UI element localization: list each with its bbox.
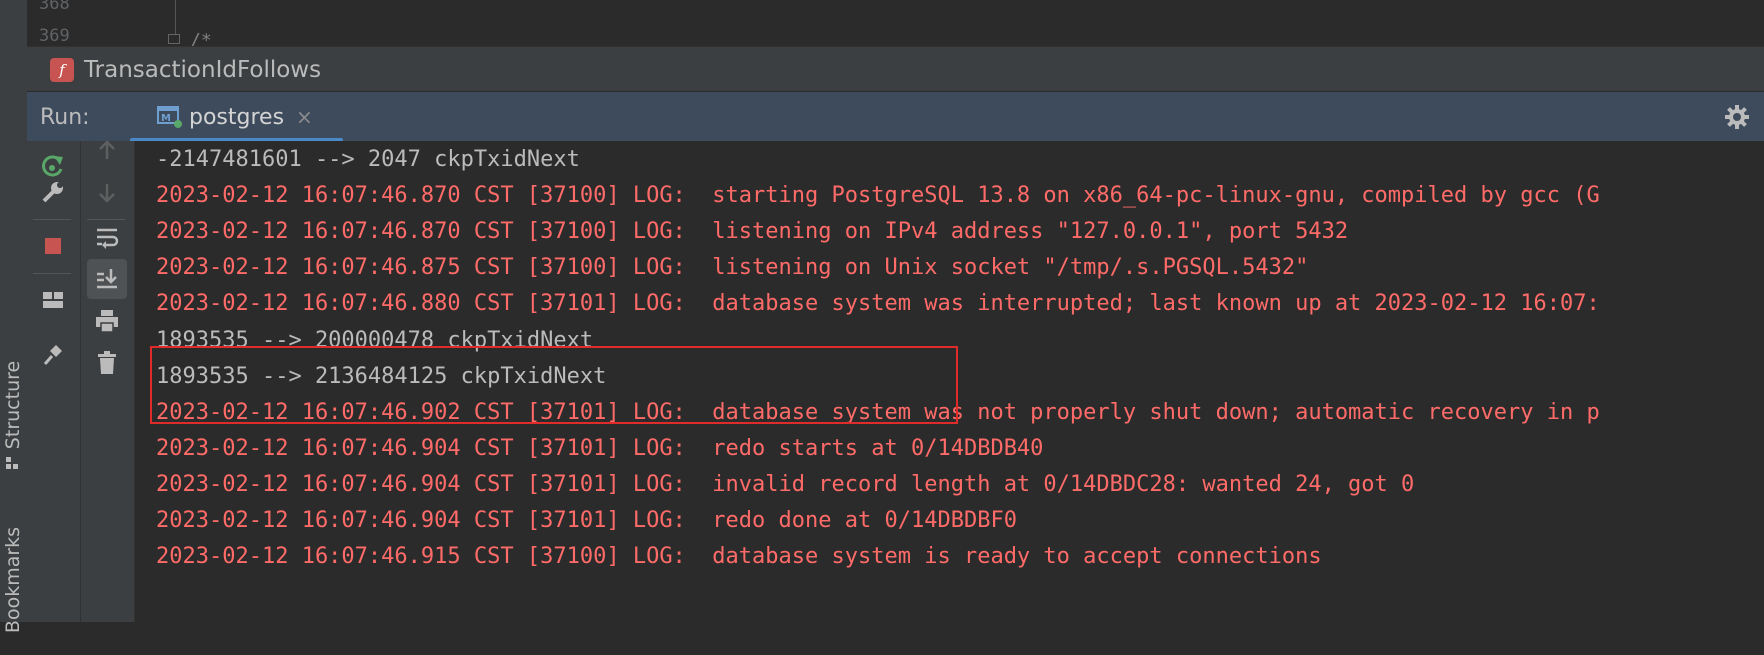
layout-button[interactable] [33,280,73,320]
console-line: 2023-02-12 16:07:46.870 CST [37100] LOG:… [156,219,1349,244]
fold-toggle-icon[interactable] [168,34,180,44]
scroll-to-end-button[interactable] [87,259,127,299]
line-number: 369 [39,26,70,46]
pin-icon [43,345,62,365]
run-toolbar-secondary [81,140,135,622]
highlight-annotation-box [150,346,958,424]
gear-icon[interactable] [1724,104,1750,130]
edit-config-button[interactable] [33,172,73,212]
editor-area[interactable]: 368 369 /* [27,0,1764,51]
console-line: 2023-02-12 16:07:46.915 CST [37100] LOG:… [156,544,1322,569]
print-button[interactable] [87,301,127,341]
run-label: Run: [40,105,90,130]
console-line: 2023-02-12 16:07:46.870 CST [37100] LOG:… [156,183,1600,208]
toolbar-separator [33,273,71,274]
stop-icon [45,238,61,254]
trash-icon [98,351,116,374]
previous-occurrence-button[interactable] [87,130,127,170]
console-line: 2023-02-12 16:07:46.875 CST [37100] LOG:… [156,255,1309,280]
run-toolbar-primary [27,141,81,622]
stop-button[interactable] [33,226,73,266]
bookmarks-label: Bookmarks [2,526,25,634]
left-tool-strip: Structure Bookmarks [0,0,28,633]
console-line: 2023-02-12 16:07:46.904 CST [37101] LOG:… [156,436,1044,461]
tab-title: postgres [189,104,285,130]
console-line: 2023-02-12 16:07:46.904 CST [37101] LOG:… [156,472,1415,497]
print-icon [96,310,118,333]
function-icon: f [50,57,74,82]
wrench-icon [42,182,63,203]
soft-wrap-icon [97,228,119,249]
layout-icon [43,292,63,308]
tab-postgres[interactable]: M postgres × [130,92,343,142]
bookmarks-tool-button[interactable]: Bookmarks [0,505,27,655]
structure-label: Structure [2,360,25,450]
pin-tab-button[interactable] [33,334,73,374]
svg-text:M: M [161,113,171,124]
breadcrumb: f TransactionIdFollows [27,46,1764,92]
toolbar-separator [33,219,71,220]
arrow-up-icon [99,140,115,159]
scroll-to-end-icon [97,269,117,289]
next-occurrence-button[interactable] [87,173,127,213]
close-icon[interactable]: × [296,105,313,129]
soft-wrap-button[interactable] [87,217,127,257]
console-line: 2023-02-12 16:07:46.880 CST [37101] LOG:… [156,291,1600,316]
console-line: 2023-02-12 16:07:46.904 CST [37101] LOG:… [156,508,1017,533]
clear-all-button[interactable] [87,343,127,383]
run-config-icon: M [157,106,182,128]
run-tool-window-header: Run: M postgres × [27,91,1764,142]
structure-icon [6,457,18,469]
line-number: 368 [39,0,70,14]
console-line: -2147481601 --> 2047 ckpTxidNext [156,147,580,172]
fold-guide [175,0,176,34]
breadcrumb-function-name[interactable]: TransactionIdFollows [84,57,321,83]
arrow-down-icon [99,184,115,203]
